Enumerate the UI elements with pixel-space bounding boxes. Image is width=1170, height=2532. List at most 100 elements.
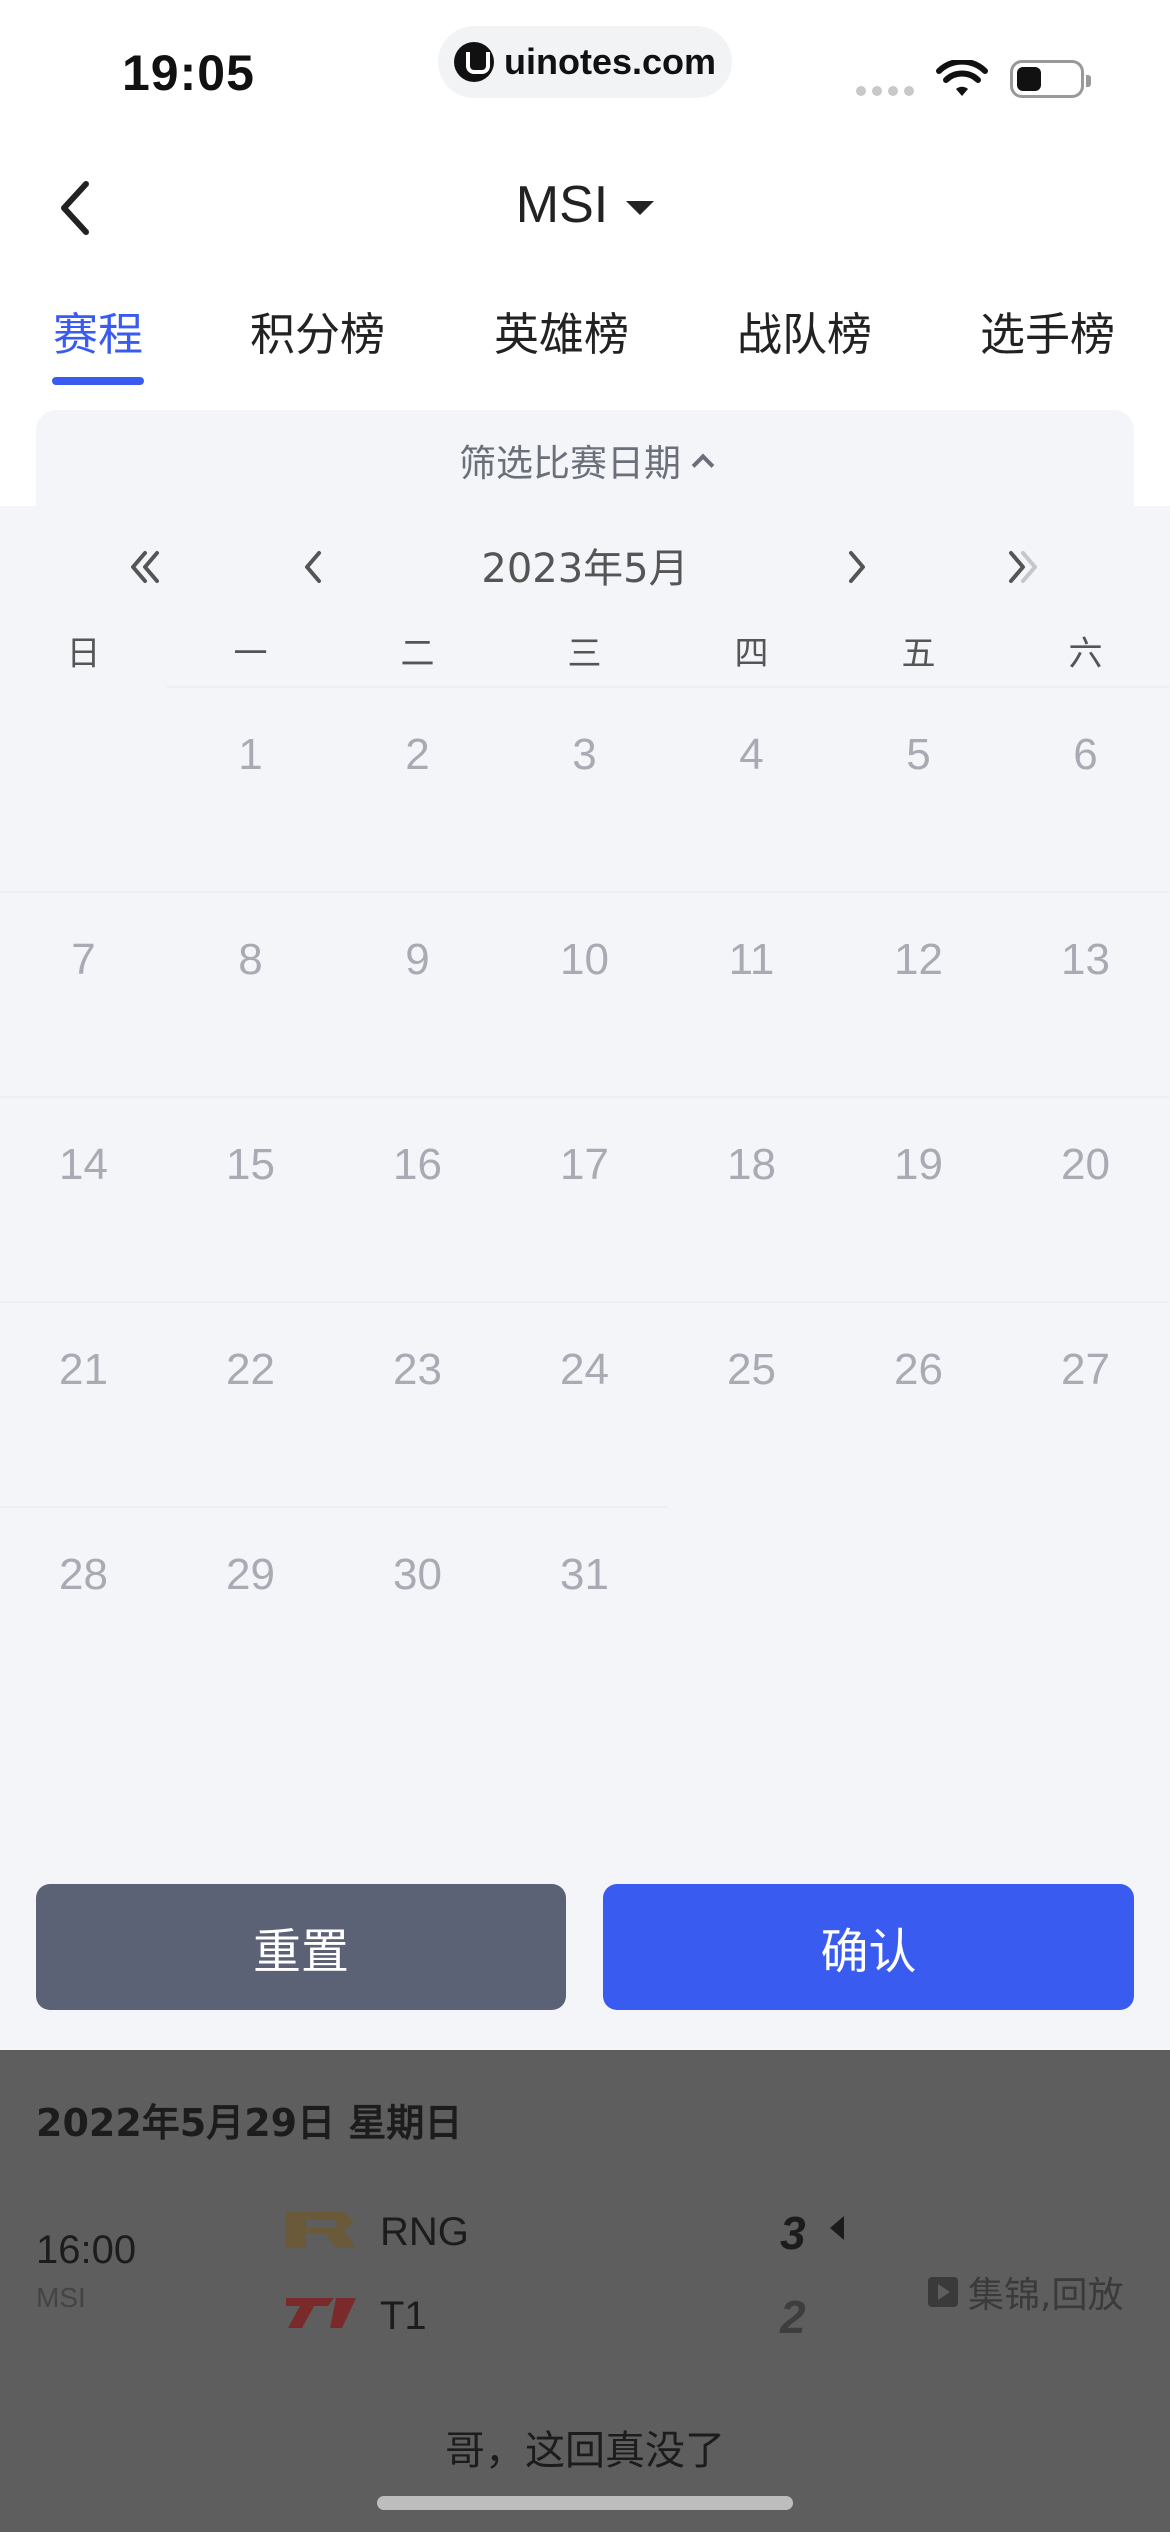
calendar-day[interactable]: 8 bbox=[167, 891, 334, 1096]
confirm-button[interactable]: 确认 bbox=[603, 1884, 1134, 2010]
rng-logo-icon bbox=[286, 2212, 356, 2248]
calendar-day[interactable]: 5 bbox=[835, 686, 1002, 891]
weekday-label: 六 bbox=[1068, 634, 1103, 674]
weekday-label: 四 bbox=[734, 634, 769, 674]
status-time: 19:05 bbox=[122, 45, 255, 101]
league-selector[interactable]: MSI bbox=[0, 170, 1170, 240]
match-league: MSI bbox=[36, 2282, 86, 2313]
calendar-day-number: 26 bbox=[894, 1345, 943, 1394]
calendar-day-number: 4 bbox=[739, 730, 764, 779]
calendar-day-number: 13 bbox=[1061, 935, 1110, 984]
tab-schedule[interactable]: 赛程 bbox=[52, 298, 144, 388]
calendar-day-number: 11 bbox=[728, 935, 775, 984]
calendar-day[interactable]: 14 bbox=[0, 1096, 167, 1301]
match-date-heading: 2022年5月29日 星期日 bbox=[36, 2101, 463, 2145]
weekday-label: 五 bbox=[901, 634, 936, 674]
date-filter-toggle[interactable]: 筛选比赛日期 bbox=[36, 410, 1134, 510]
calendar-day-number: 3 bbox=[572, 730, 597, 779]
calendar-day[interactable]: 1 bbox=[167, 686, 334, 891]
caret-down-icon bbox=[626, 201, 655, 215]
page-title: MSI bbox=[515, 176, 609, 234]
calendar-day[interactable]: 30 bbox=[334, 1506, 501, 1711]
calendar-day[interactable]: 24 bbox=[501, 1301, 668, 1506]
status-bar: 19:05 uinotes.com bbox=[0, 0, 1170, 130]
team-name: RNG bbox=[380, 2210, 469, 2254]
calendar-day-number: 18 bbox=[727, 1140, 776, 1189]
calendar-day[interactable]: 15 bbox=[167, 1096, 334, 1301]
cellular-signal-icon bbox=[856, 86, 914, 96]
calendar-day[interactable]: 7 bbox=[0, 891, 167, 1096]
calendar-day[interactable]: 12 bbox=[835, 891, 1002, 1096]
next-year-button[interactable] bbox=[998, 542, 1048, 592]
calendar-day-number: 29 bbox=[226, 1550, 275, 1599]
double-chevron-right-icon bbox=[1009, 551, 1037, 583]
calendar-day[interactable]: 6 bbox=[1002, 686, 1169, 891]
battery-icon bbox=[1010, 60, 1091, 98]
tab-teams[interactable]: 战队榜 bbox=[737, 298, 872, 388]
team-score: 3 bbox=[780, 2207, 806, 2259]
calendar-day[interactable]: 3 bbox=[501, 686, 668, 891]
calendar-day[interactable]: 27 bbox=[1002, 1301, 1169, 1506]
calendar-day-number: 25 bbox=[727, 1345, 776, 1394]
modal-backdrop[interactable]: 2022年5月29日 星期日 16:00 MSI RNG 3 T1 2 集锦,回… bbox=[0, 2050, 1170, 2532]
calendar-day-number: 28 bbox=[59, 1550, 108, 1599]
calendar-day-number: 31 bbox=[560, 1550, 609, 1599]
calendar-day-number: 23 bbox=[393, 1345, 442, 1394]
calendar-day[interactable]: 10 bbox=[501, 891, 668, 1096]
calendar-day-number: 15 bbox=[226, 1140, 275, 1189]
home-indicator[interactable] bbox=[377, 2496, 793, 2510]
calendar-day-number: 24 bbox=[560, 1345, 609, 1394]
calendar-day[interactable]: 23 bbox=[334, 1301, 501, 1506]
tab-bar: 赛程 积分榜 英雄榜 战队榜 选手榜 bbox=[0, 298, 1170, 388]
url-text: uinotes.com bbox=[503, 41, 717, 82]
calendar-day[interactable]: 20 bbox=[1002, 1096, 1169, 1301]
calendar-day[interactable]: 11 bbox=[668, 891, 835, 1096]
tab-players[interactable]: 选手榜 bbox=[980, 298, 1115, 388]
url-pill[interactable]: uinotes.com bbox=[438, 26, 732, 98]
calendar-day[interactable]: 29 bbox=[167, 1506, 334, 1711]
tab-label: 积分榜 bbox=[250, 308, 386, 361]
match-time: 16:00 bbox=[36, 2228, 137, 2272]
t1-logo-icon bbox=[286, 2298, 356, 2328]
calendar-day-number: 9 bbox=[405, 935, 430, 984]
calendar-day-number: 16 bbox=[393, 1140, 442, 1189]
calendar-day-number: 6 bbox=[1073, 730, 1098, 779]
site-icon bbox=[453, 42, 494, 82]
calendar-day-number: 17 bbox=[560, 1140, 609, 1189]
calendar-day-number: 10 bbox=[560, 935, 609, 984]
calendar-day[interactable]: 25 bbox=[668, 1301, 835, 1506]
calendar-day[interactable]: 18 bbox=[668, 1096, 835, 1301]
calendar-day[interactable]: 13 bbox=[1002, 891, 1169, 1096]
calendar-day[interactable]: 17 bbox=[501, 1096, 668, 1301]
calendar-day-number: 1 bbox=[238, 730, 263, 779]
calendar-day[interactable]: 31 bbox=[501, 1506, 668, 1711]
next-month-button[interactable] bbox=[832, 542, 882, 592]
chevron-right-icon bbox=[849, 551, 865, 583]
calendar-day-number: 21 bbox=[59, 1345, 108, 1394]
calendar-day[interactable]: 26 bbox=[835, 1301, 1002, 1506]
tab-label: 英雄榜 bbox=[494, 308, 630, 361]
date-picker-sheet: 2023年5月 日 一 二 三 四 五 六 1 2 3 4 5 6 7 8 9 10 11 12 13 1… bbox=[0, 506, 1170, 2050]
calendar-day[interactable]: 2 bbox=[334, 686, 501, 891]
calendar-day[interactable]: 28 bbox=[0, 1506, 167, 1711]
replay-link[interactable]: 集锦,回放 bbox=[928, 2266, 1123, 2318]
calendar-day-number: 22 bbox=[226, 1345, 275, 1394]
calendar-day-number: 19 bbox=[894, 1140, 943, 1189]
end-of-list-text: 哥，这回真没了 bbox=[445, 2428, 725, 2474]
calendar-day[interactable]: 22 bbox=[167, 1301, 334, 1506]
calendar-day[interactable]: 9 bbox=[334, 891, 501, 1096]
winner-indicator-icon bbox=[830, 2216, 844, 2240]
weekday-label: 一 bbox=[233, 634, 268, 674]
tab-champions[interactable]: 英雄榜 bbox=[494, 298, 629, 388]
tab-standings[interactable]: 积分榜 bbox=[250, 298, 385, 388]
calendar-day[interactable]: 21 bbox=[0, 1301, 167, 1506]
calendar-day-number: 27 bbox=[1061, 1345, 1110, 1394]
reset-button[interactable]: 重置 bbox=[36, 1884, 566, 2010]
calendar-day-number: 14 bbox=[59, 1140, 108, 1189]
calendar-day-number: 5 bbox=[906, 730, 931, 779]
calendar-day[interactable]: 4 bbox=[668, 686, 835, 891]
calendar-day[interactable]: 19 bbox=[835, 1096, 1002, 1301]
calendar-day-number: 2 bbox=[405, 730, 430, 779]
calendar-day[interactable]: 16 bbox=[334, 1096, 501, 1301]
date-filter-label: 筛选比赛日期 bbox=[459, 442, 681, 485]
